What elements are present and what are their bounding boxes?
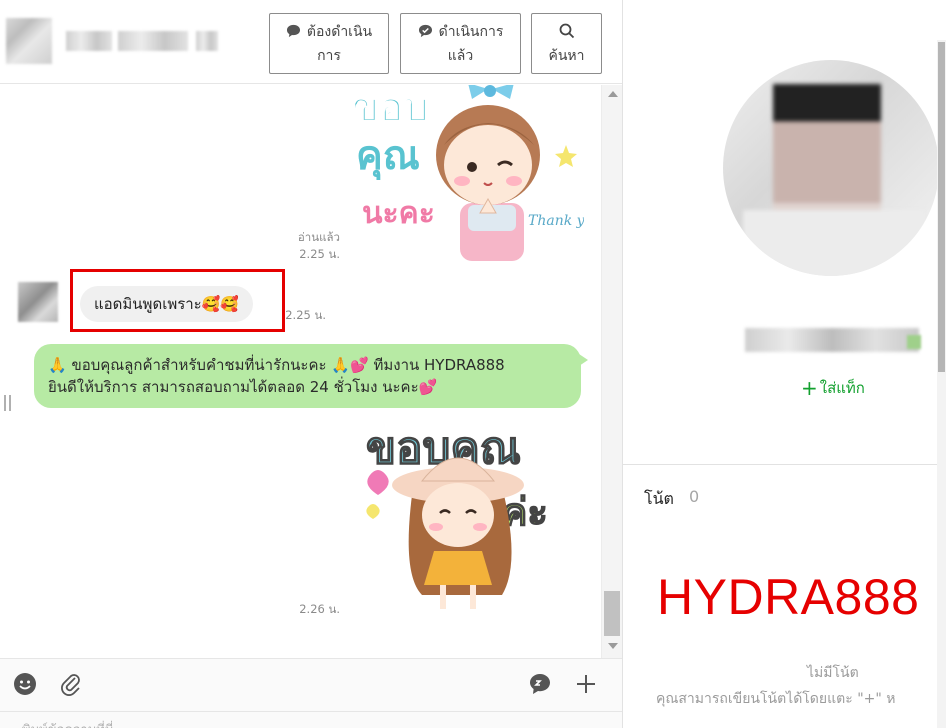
speech-bubble-icon [286, 24, 300, 38]
sticker-text-line: นะคะ [362, 196, 435, 231]
contact-name-redacted [66, 31, 112, 51]
attach-button[interactable] [58, 671, 84, 697]
resize-handle[interactable] [4, 395, 11, 411]
search-label: ค้นหา [548, 48, 585, 64]
profile-scroll-thumb[interactable] [938, 42, 945, 372]
outgoing-line2: ยินดีให้บริการ สามารถสอบถามได้ตลอด 24 ชั… [48, 378, 438, 396]
scroll-up-arrow-icon[interactable] [608, 91, 618, 97]
todo-button[interactable]: ต้องดำเนิน การ [269, 13, 389, 74]
attachment-icon [61, 674, 80, 696]
customer-avatar[interactable] [18, 282, 58, 322]
outgoing-line1: 🙏 ขอบคุณลูกค้าสำหรับคำชมที่น่ารักนะคะ 🙏💕… [48, 356, 505, 374]
sticker-thank-you: Thank you [528, 213, 584, 229]
chat-scrollbar[interactable] [601, 85, 622, 658]
emoji-icon [14, 673, 36, 695]
done-label-line2: แล้ว [447, 48, 474, 64]
search-icon [559, 23, 574, 39]
notes-divider [623, 464, 946, 465]
chat-header: ต้องดำเนิน การ ดำเนินการ แล้ว ค้นหา [0, 0, 622, 84]
todo-label-line2: การ [317, 48, 341, 64]
done-button[interactable]: ดำเนินการ แล้ว [400, 13, 521, 74]
message-time: 2.26 น. [299, 602, 340, 616]
profile-photo[interactable] [723, 60, 939, 276]
emoji-button[interactable] [12, 671, 38, 697]
no-notes-hint: คุณสามารถเขียนโน้ตได้โดยแตะ "+" ห [656, 691, 896, 707]
notes-count: 0 [689, 487, 700, 506]
thank-you-girl-sticker[interactable]: ขอบ คุณ นะคะ Thank y [348, 85, 601, 265]
contact-avatar[interactable] [6, 18, 52, 64]
input-divider [0, 711, 622, 712]
contact-name-redacted [118, 31, 188, 51]
message-list: ขอบ คุณ นะคะ Thank y อ่านแล้ว 2.25 น. แอ… [0, 85, 601, 658]
composer: พิมพ์ข้อความที่นี่ [0, 658, 622, 728]
profile-name-redacted [745, 328, 919, 352]
thank-you-hat-girl-sticker[interactable]: ขอบคุณ ค่ะ [352, 415, 584, 615]
sticker-text-line: คุณ [356, 133, 420, 181]
more-button[interactable] [573, 671, 599, 697]
scroll-thumb[interactable] [604, 591, 620, 636]
edit-name-icon[interactable] [907, 335, 921, 349]
message-input[interactable]: พิมพ์ข้อความที่นี่ [22, 719, 114, 728]
check-bubble-icon [418, 24, 432, 38]
notes-title: โน้ต [644, 489, 674, 508]
add-tag-label: ใส่แท็ก [819, 379, 865, 397]
brand-overlay-text: HYDRA888 [657, 569, 920, 625]
chat-icon [530, 674, 550, 694]
highlight-annotation [70, 269, 285, 332]
profile-photo-redacted [743, 210, 923, 276]
chat-pane: ต้องดำเนิน การ ดำเนินการ แล้ว ค้นหา ขอบ … [0, 0, 622, 728]
search-button[interactable]: ค้นหา [531, 13, 602, 74]
no-notes-label: ไม่มีโน้ต [807, 665, 859, 681]
chat-button[interactable] [527, 671, 553, 697]
add-tag-button[interactable]: + ใส่แท็ก [801, 376, 865, 400]
plus-icon [577, 675, 595, 693]
contact-name-redacted [196, 31, 218, 51]
message-time: 2.25 น. [285, 308, 326, 322]
profile-pane: + ใส่แท็ก โน้ต 0 HYDRA888 ไม่มีโน้ต คุณสา… [623, 0, 946, 728]
todo-label-line1: ต้องดำเนิน [306, 24, 373, 40]
outgoing-message: 🙏 ขอบคุณลูกค้าสำหรับคำชมที่น่ารักนะคะ 🙏💕… [34, 344, 588, 408]
done-label-line1: ดำเนินการ [438, 24, 504, 40]
scroll-down-arrow-icon[interactable] [608, 643, 618, 649]
read-receipt: อ่านแล้ว 2.25 น. [297, 230, 340, 261]
sticker-text-line: ขอบ [352, 85, 429, 131]
plus-icon: + [801, 376, 818, 400]
